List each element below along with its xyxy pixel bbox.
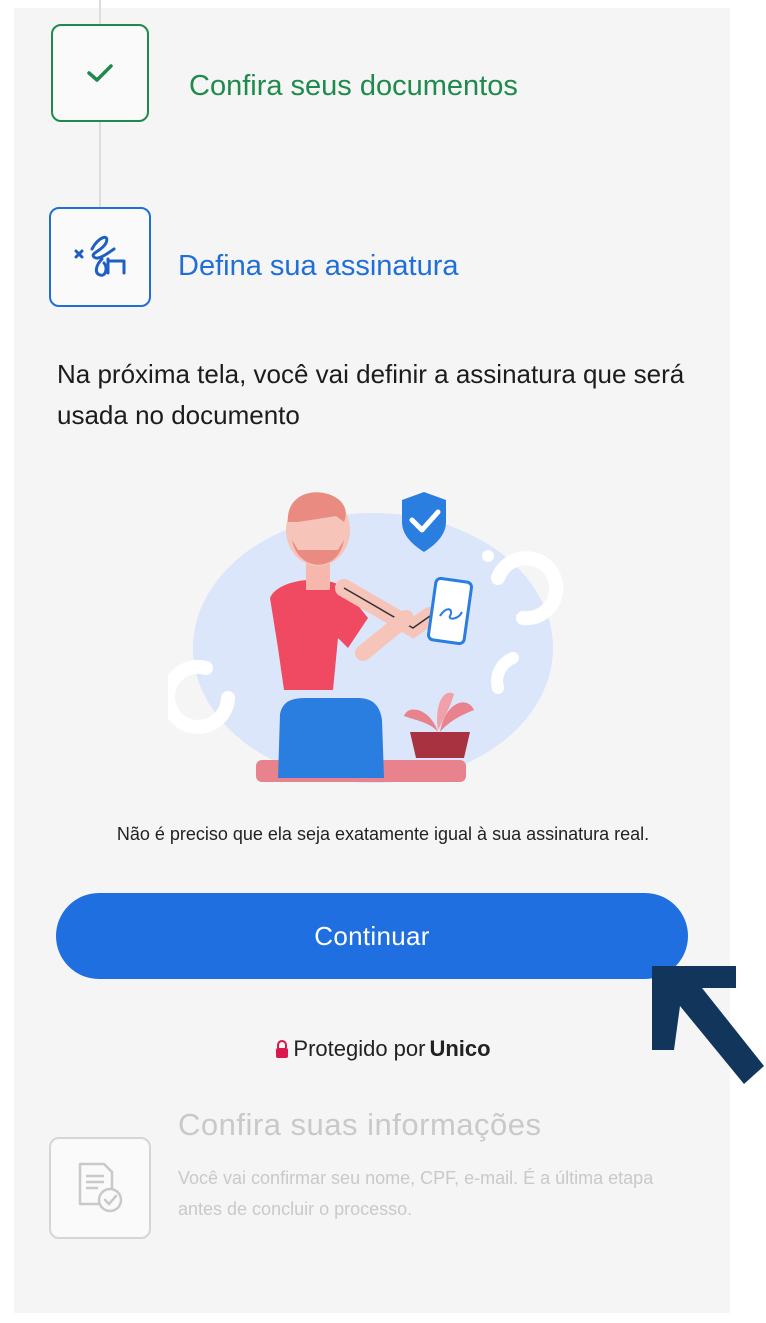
signature-icon [74,235,126,277]
person-signing-on-phone-illustration [168,492,564,783]
document-check-icon [78,1162,123,1213]
protected-prefix: Protegido por [293,1036,426,1061]
step-2-icon-box [49,207,151,307]
step-1-title: Confira seus documentos [189,70,518,102]
intro-text: Na próxima tela, você vai definir a assi… [57,359,685,430]
step-3-icon-box [49,1137,151,1239]
step-2-title: Defina sua assinatura [178,250,459,282]
step-3-title: Confira suas informações [178,1107,542,1142]
continue-button[interactable]: Continuar [56,893,688,979]
arrow-pointer-icon [652,966,764,1084]
note-text: Não é preciso que ela seja exatamente ig… [116,824,650,844]
check-icon [87,64,113,82]
brand-name: Unico [429,1036,491,1061]
lock-icon [276,1040,289,1058]
step-1-icon-box [51,24,149,122]
step-3-description: Você vai confirmar seu nome, CPF, e-mail… [178,1168,654,1219]
